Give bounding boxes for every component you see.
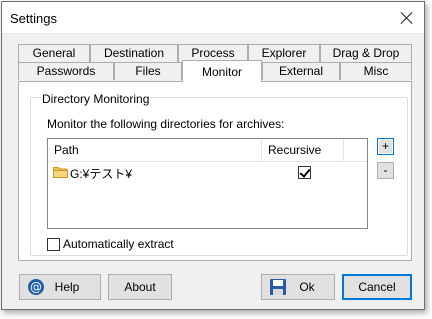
cancel-button[interactable]: Cancel	[342, 274, 412, 300]
button-bar: @ Help About Ok Cancel	[2, 264, 424, 311]
column-recursive[interactable]: Recursive	[262, 139, 344, 162]
about-label: About	[124, 280, 156, 294]
close-icon[interactable]	[400, 11, 414, 25]
row-path: G:¥テスト¥	[70, 167, 133, 181]
remove-directory-button[interactable]: -	[377, 162, 394, 179]
list-header: Path Recursive	[48, 139, 367, 162]
directory-list[interactable]: Path Recursive G:¥テスト¥	[47, 138, 368, 229]
title-bar[interactable]: Settings	[2, 2, 424, 34]
list-item[interactable]: G:¥テスト¥	[48, 164, 367, 182]
tab-files[interactable]: Files	[114, 62, 182, 80]
tab-general[interactable]: General	[18, 44, 90, 62]
group-legend: Directory Monitoring	[41, 92, 151, 106]
tab-external[interactable]: External	[262, 62, 340, 80]
tab-monitor[interactable]: Monitor	[182, 60, 262, 82]
about-button[interactable]: About	[108, 274, 172, 300]
auto-extract-label: Automatically extract	[63, 237, 174, 251]
save-disk-icon	[270, 279, 286, 295]
auto-extract-checkbox[interactable]	[47, 238, 60, 251]
help-label: Help	[54, 280, 80, 294]
tab-drag-drop[interactable]: Drag & Drop	[320, 44, 412, 62]
recursive-checkbox[interactable]	[298, 166, 311, 179]
window-title: Settings	[10, 11, 57, 26]
tab-misc[interactable]: Misc	[340, 62, 412, 80]
at-sign-icon: @	[28, 279, 44, 295]
add-directory-button[interactable]: +	[377, 138, 394, 155]
tab-destination[interactable]: Destination	[90, 44, 178, 62]
tab-passwords[interactable]: Passwords	[18, 62, 114, 80]
column-path[interactable]: Path	[48, 139, 262, 162]
folder-icon	[53, 167, 68, 178]
monitor-instruction: Monitor the following directories for ar…	[47, 117, 285, 131]
settings-window: Settings General Destination Process Exp…	[1, 1, 425, 310]
help-button[interactable]: @ Help	[19, 274, 101, 300]
svg-text:@: @	[30, 280, 42, 294]
cancel-label: Cancel	[358, 280, 396, 294]
ok-button[interactable]: Ok	[261, 274, 335, 300]
monitor-tab-panel: Directory Monitoring Monitor the followi…	[18, 81, 412, 261]
ok-label: Ok	[299, 280, 315, 294]
